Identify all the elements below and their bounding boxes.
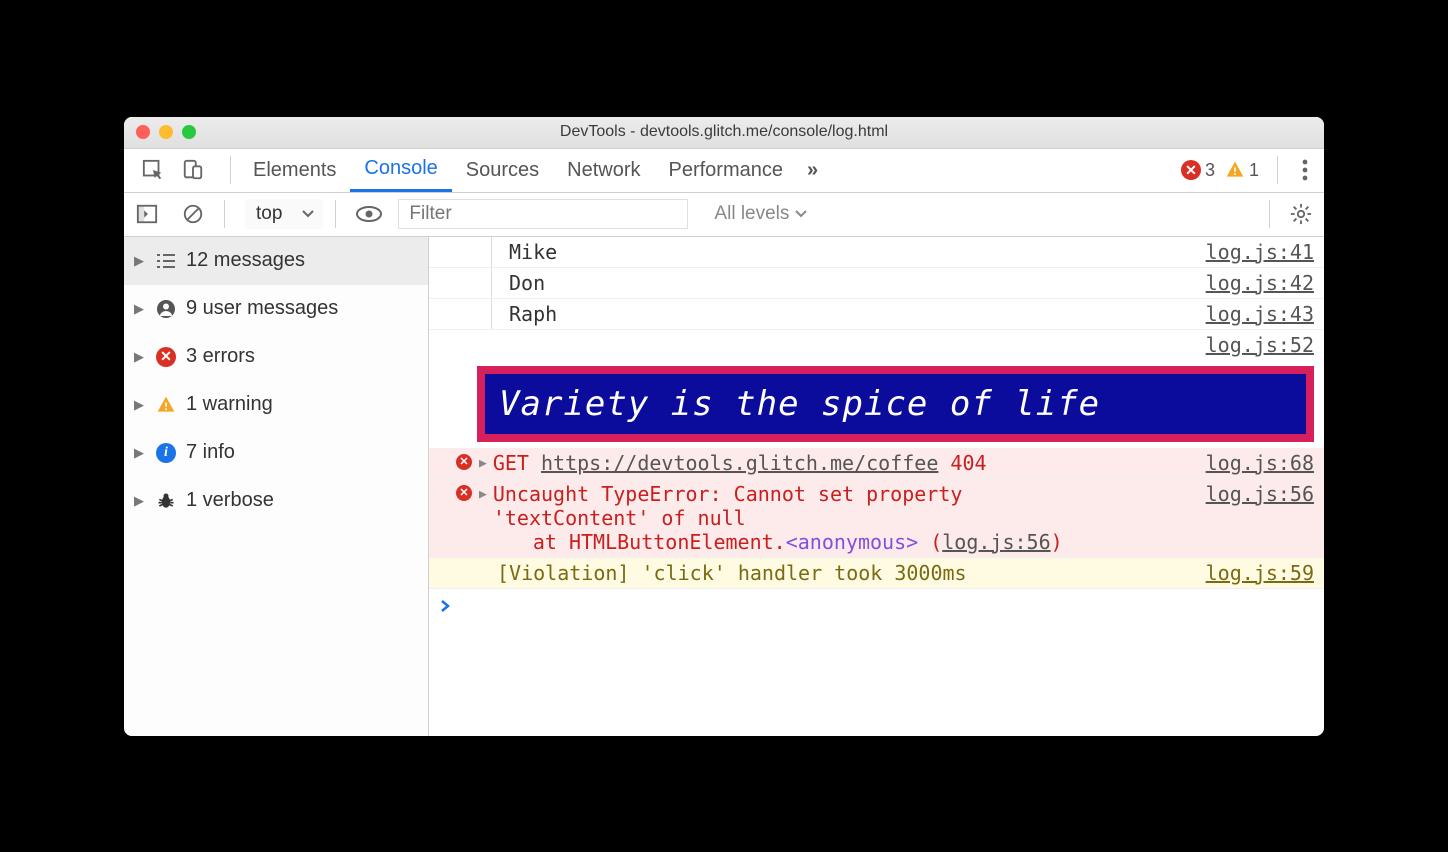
inspect-element-icon[interactable] [142,159,164,181]
request-url-link[interactable]: https://devtools.glitch.me/coffee [541,451,938,475]
chevron-down-icon [795,208,807,220]
sidebar-item-user[interactable]: ▶ 9 user messages [124,285,428,333]
log-row-error: ✕ ▶ GET https://devtools.glitch.me/coffe… [429,448,1324,479]
source-link[interactable]: log.js:59 [1206,561,1314,585]
kebab-menu-button[interactable] [1286,159,1324,181]
zoom-window-button[interactable] [182,125,196,139]
toggle-sidebar-button[interactable] [124,193,170,236]
source-link[interactable]: log.js:42 [1206,271,1314,295]
source-link[interactable]: log.js:68 [1206,451,1314,475]
console-prompt[interactable] [429,589,1324,623]
console-settings-button[interactable] [1278,193,1324,236]
info-icon: i [156,443,176,463]
styled-log-text: Variety is the spice of life [477,366,1314,442]
expand-toggle[interactable]: ▶ [475,451,493,471]
log-row-error: ✕ ▶ Uncaught TypeError: Cannot set prope… [429,479,1324,558]
sidebar-item-info[interactable]: ▶ i 7 info [124,429,428,477]
tab-console[interactable]: Console [350,149,451,192]
list-icon [156,253,176,269]
execution-context-select[interactable]: top [245,199,323,229]
error-icon: ✕ [456,454,472,470]
bug-icon [156,491,176,511]
close-window-button[interactable] [136,125,150,139]
error-icon: ✕ [156,347,176,367]
titlebar: DevTools - devtools.glitch.me/console/lo… [124,117,1324,149]
tab-elements[interactable]: Elements [239,149,350,192]
sidebar-item-messages[interactable]: ▶ 12 messages [124,237,428,285]
window-title: DevTools - devtools.glitch.me/console/lo… [124,123,1324,141]
error-count-badge[interactable]: ✕ 3 [1181,160,1215,181]
log-level-select[interactable]: All levels [714,203,807,225]
gear-icon [1290,203,1312,225]
devtools-window: DevTools - devtools.glitch.me/console/lo… [124,117,1324,736]
source-link[interactable]: log.js:43 [1206,302,1314,326]
log-row: Raph log.js:43 [429,299,1324,330]
live-expression-button[interactable] [344,193,394,236]
sidebar-item-warnings[interactable]: ▶ 1 warning [124,381,428,429]
log-row-violation: [Violation] 'click' handler took 3000ms … [429,558,1324,589]
minimize-window-button[interactable] [159,125,173,139]
tab-sources[interactable]: Sources [452,149,553,192]
source-link[interactable]: log.js:41 [1206,240,1314,264]
expand-toggle[interactable]: ▶ [475,482,493,502]
filter-input[interactable] [398,199,688,229]
log-row: log.js:52 [429,330,1324,360]
more-tabs-button[interactable]: » [797,159,828,182]
warning-icon [156,395,176,415]
tab-performance[interactable]: Performance [655,149,798,192]
log-row-styled: Variety is the spice of life [429,360,1324,448]
error-icon: ✕ [456,485,472,501]
console-output: Mike log.js:41 Don log.js:42 Raph log.js… [429,237,1324,736]
log-row: Mike log.js:41 [429,237,1324,268]
device-toolbar-icon[interactable] [182,159,204,181]
sidebar-item-errors[interactable]: ▶ ✕ 3 errors [124,333,428,381]
warning-icon [1225,160,1245,180]
console-sidebar: ▶ 12 messages ▶ 9 user messages ▶ ✕ 3 er… [124,237,429,736]
sidebar-item-verbose[interactable]: ▶ 1 verbose [124,477,428,525]
prompt-chevron-icon [439,599,453,613]
source-link[interactable]: log.js:56 [1206,482,1314,506]
panel-tabstrip: Elements Console Sources Network Perform… [124,149,1324,193]
traffic-lights [136,125,196,139]
source-link[interactable]: log.js:56 [942,530,1050,554]
warning-count-badge[interactable]: 1 [1225,160,1259,181]
source-link[interactable]: log.js:52 [1206,333,1314,357]
clear-console-button[interactable] [170,193,216,236]
error-icon: ✕ [1181,160,1201,180]
tab-network[interactable]: Network [553,149,654,192]
log-row: Don log.js:42 [429,268,1324,299]
chevron-down-icon [302,208,314,220]
console-toolbar: top All levels [124,193,1324,237]
user-icon [156,299,176,319]
